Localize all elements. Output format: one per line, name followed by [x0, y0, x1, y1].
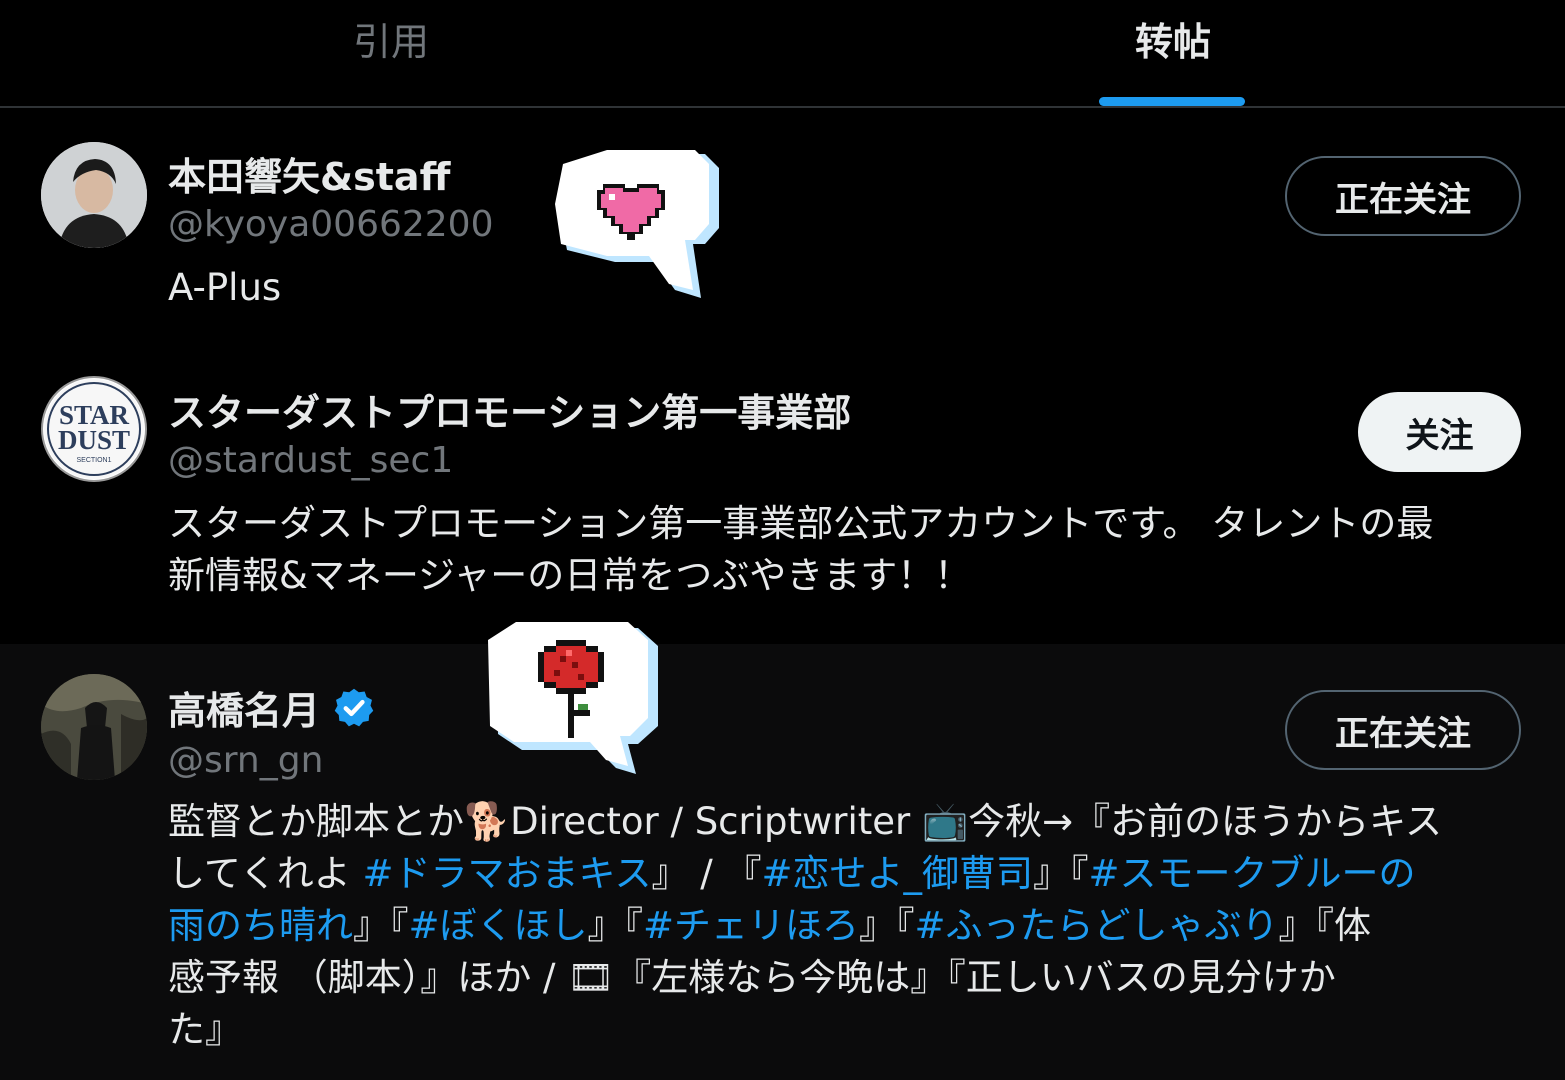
- user-bio: スターダストプロモーション第一事業部公式アカウントです。 タレントの最 新情報&…: [168, 498, 1518, 602]
- bio-line: してくれよ #ドラマおまキス』 / 『#恋せよ_御曹司』『#スモークブルーの: [168, 852, 1416, 895]
- hashtag-link[interactable]: #恋せよ_御曹司: [761, 852, 1033, 895]
- tab-bar: 引用 转帖: [0, 0, 1565, 108]
- dog-icon: 🐕: [464, 800, 511, 843]
- user-handle: @stardust_sec1: [168, 440, 454, 481]
- hashtag-link[interactable]: #スモークブルーの: [1088, 852, 1415, 895]
- avatar[interactable]: STAR DUST SECTION1: [41, 376, 147, 482]
- hashtag-link[interactable]: #チェリほろ: [643, 904, 859, 947]
- user-bio: A-Plus: [168, 266, 282, 309]
- user-handle: @kyoya00662200: [168, 204, 494, 245]
- rose-sticker-icon: [488, 618, 660, 782]
- user-display-name[interactable]: 高橋名月: [168, 680, 376, 735]
- bio-line: 監督とか脚本とか🐕Director / Scriptwriter 📺今秋→『お前…: [168, 800, 1442, 843]
- bio-line: 感予報 （脚本）』ほか / 🎞『左様なら今晩は』『正しいバスの見分けか: [168, 956, 1336, 999]
- verified-badge-icon: [334, 688, 374, 726]
- heart-sticker-icon: [555, 148, 720, 307]
- avatar[interactable]: [41, 142, 147, 248]
- user-handle: @srn_gn: [168, 740, 324, 781]
- following-button[interactable]: 正在关注: [1285, 690, 1521, 770]
- hashtag-link[interactable]: #ドラマおまキス: [363, 852, 652, 895]
- hashtag-link[interactable]: 雨のち晴れ: [168, 904, 353, 947]
- user-row-stardust[interactable]: STAR DUST SECTION1 スターダストプロモーション第一事業部 @s…: [0, 352, 1565, 642]
- hashtag-link[interactable]: #ぼくほし: [409, 904, 588, 947]
- user-display-name[interactable]: スターダストプロモーション第一事業部: [168, 382, 851, 437]
- tv-icon: 📺: [922, 800, 969, 843]
- bio-line: スターダストプロモーション第一事業部公式アカウントです。 タレントの最: [168, 502, 1434, 545]
- user-display-name[interactable]: 本田響矢&staff: [168, 146, 450, 201]
- user-bio: 監督とか脚本とか🐕Director / Scriptwriter 📺今秋→『お前…: [168, 796, 1518, 1056]
- follow-button[interactable]: 关注: [1358, 392, 1521, 472]
- avatar[interactable]: [41, 674, 147, 780]
- bio-line: 新情報&マネージャーの日常をつぶやきます！！: [168, 554, 972, 597]
- bio-line: た』: [168, 1008, 242, 1051]
- hashtag-link[interactable]: #ふったらどしゃぶり: [915, 904, 1279, 947]
- following-button[interactable]: 正在关注: [1285, 156, 1521, 236]
- user-row-honda[interactable]: 本田響矢&staff @kyoya00662200 A-Plus 正在关注: [0, 110, 1565, 350]
- active-tab-indicator: [1099, 97, 1245, 106]
- tab-reposts[interactable]: 转帖: [782, 0, 1564, 106]
- stardust-logo-text: SECTION1: [76, 457, 111, 464]
- stardust-logo-text: DUST: [58, 425, 130, 455]
- bio-line: 雨のち晴れ』『#ぼくほし』『#チェリほろ』『#ふったらどしゃぶり』『体: [168, 904, 1372, 947]
- tab-quotes[interactable]: 引用: [0, 0, 782, 106]
- display-name-text: 高橋名月: [168, 689, 321, 733]
- user-row-takahashi[interactable]: 高橋名月 @srn_gn 監督とか脚本とか🐕Director / Scriptw…: [0, 644, 1565, 1080]
- film-icon: 🎞: [567, 956, 615, 999]
